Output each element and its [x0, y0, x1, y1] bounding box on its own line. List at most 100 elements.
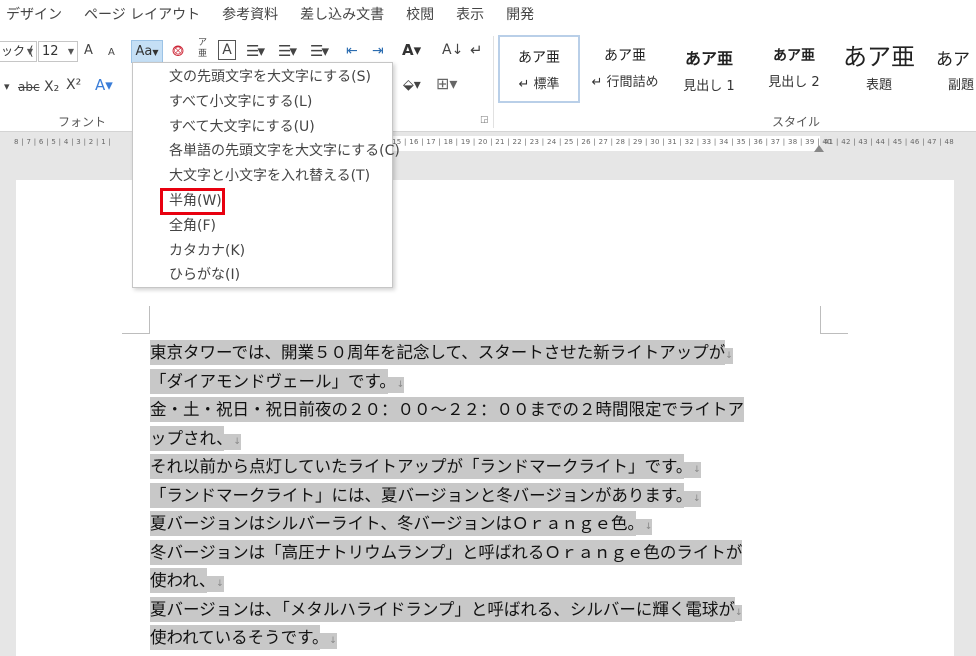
bullets-icon[interactable]: ☰▾ — [246, 41, 265, 61]
chevron-down-icon[interactable]: ▾ — [4, 77, 10, 97]
selected-text[interactable]: 使われ、 — [150, 568, 208, 593]
menu-item-full-width[interactable]: 全角(F) — [133, 214, 392, 239]
style-name: 副題 — [948, 78, 975, 93]
superscript-button[interactable]: X² — [66, 75, 81, 95]
text-line: 夏バージョンは、「メタルハライドランプ」と呼ばれる、シルバーに輝く電球が↓ — [150, 596, 830, 625]
style-name: 見出し 2 — [768, 75, 820, 90]
dialog-launcher-icon[interactable]: ◲ — [480, 115, 489, 125]
chevron-down-icon[interactable]: ▼ — [27, 42, 33, 61]
tab-developer[interactable]: 開発 — [495, 0, 545, 30]
font-name-box[interactable]: ック (▼ — [0, 41, 37, 62]
text-line: ップされ、 ↓ — [150, 425, 830, 454]
text-line: 夏バージョンはシルバーライト、冬バージョンはＯｒａｎｇｅ色。 ↓ — [150, 510, 830, 539]
menu-item-sentence-case[interactable]: 文の先頭文字を大文字にする(S) — [133, 65, 392, 90]
multilevel-list-icon[interactable]: ☰▾ — [310, 41, 329, 61]
paragraph-mark: ↓ — [224, 433, 241, 450]
selected-text[interactable]: 夏バージョンはシルバーライト、冬バージョンはＯｒａｎｇｅ色。 — [150, 511, 636, 536]
tab-review[interactable]: 校閲 — [395, 0, 445, 30]
menu-item-hiragana[interactable]: ひらがな(I) — [133, 263, 392, 288]
paragraph-mark: ↓ — [320, 633, 337, 649]
menu-item-capitalize-each-word[interactable]: 各単語の先頭文字を大文字にする(C) — [133, 139, 400, 164]
sort-icon[interactable]: A↓ — [442, 40, 463, 60]
text-line: 金・土・祝日・祝日前夜の２０：００～２２：００までの２時間限定でライトア — [150, 396, 830, 425]
font-size-box[interactable]: 12 ▼ — [38, 41, 78, 62]
borders-icon[interactable]: ⊞▾ — [436, 74, 457, 94]
style-preview: あア亜 — [773, 48, 815, 64]
menu-item-katakana[interactable]: カタカナ(K) — [133, 239, 392, 264]
selected-text[interactable]: 東京タワーでは、開業５０周年を記念して、スタートさせた新ライトアップが — [150, 340, 726, 365]
paragraph-mark: ↓ — [635, 519, 653, 535]
text-line: 「ダイアモンドヴェール」です。 ↓ — [150, 368, 830, 397]
crop-mark — [820, 306, 821, 334]
tab-mailings[interactable]: 差し込み文書 — [289, 0, 395, 30]
strikethrough-button[interactable]: abc — [18, 77, 40, 97]
style-title[interactable]: あア亜 表題 — [838, 35, 920, 103]
styles-gallery: あア亜 ↵ 標準 あア亜 ↵ 行間詰め あア亜 見出し 1 あア亜 見出し 2 … — [496, 35, 976, 107]
style-heading-2[interactable]: あア亜 見出し 2 — [753, 35, 835, 103]
character-border-icon[interactable]: A — [218, 40, 236, 60]
ruler-numbers-left: 8 | 7 | 6 | 5 | 4 | 3 | 2 | 1 | — [14, 138, 112, 146]
style-name: 見出し 1 — [683, 79, 735, 94]
grow-font-button[interactable]: A — [84, 41, 93, 61]
style-normal[interactable]: あア亜 ↵ 標準 — [498, 35, 580, 103]
text-line: 「ランドマークライト」には、夏バージョンと冬バージョンがあります。 ↓ — [150, 482, 830, 511]
style-preview: あア亜 — [604, 48, 646, 64]
selected-text[interactable]: 「ランドマークライト」には、夏バージョンと冬バージョンがあります。 — [150, 482, 684, 508]
style-preview: あア亜 — [684, 49, 733, 68]
asian-layout-icon[interactable]: A▾ — [402, 40, 421, 60]
change-case-menu: 文の先頭文字を大文字にする(S) すべて小文字にする(L) すべて大文字にする(… — [132, 62, 400, 288]
group-divider — [493, 36, 494, 128]
tab-view[interactable]: 表示 — [445, 0, 495, 30]
ribbon-tab-bar: デザイン ページ レイアウト 参考資料 差し込み文書 校閲 表示 開発 — [0, 0, 976, 30]
text-effects-icon[interactable]: A▾ — [95, 75, 113, 95]
paragraph-mark: ↓ — [734, 604, 743, 621]
paragraph-mark: ↓ — [207, 576, 224, 592]
menu-item-lowercase[interactable]: すべて小文字にする(L) — [133, 90, 392, 115]
shading-icon[interactable]: ⬙▾ — [403, 75, 421, 95]
text-line: それ以前から点灯していたライトアップが「ランドマークライト」です。 ↓ — [150, 453, 830, 482]
style-no-spacing[interactable]: あア亜 ↵ 行間詰め — [584, 35, 666, 103]
paragraph-mark: ↓ — [683, 490, 701, 507]
styles-group-label: スタイル — [772, 115, 821, 129]
crop-mark — [149, 306, 150, 334]
tab-references[interactable]: 参考資料 — [211, 0, 289, 30]
menu-item-toggle-case[interactable]: 大文字と小文字を入れ替える(T) — [133, 164, 392, 189]
phonetic-guide-icon[interactable]: ア亜 — [198, 38, 207, 60]
selected-text[interactable]: それ以前から点灯していたライトアップが「ランドマークライト」です。 — [150, 454, 685, 479]
decrease-indent-icon[interactable]: ⇤ — [346, 41, 358, 61]
document-body[interactable]: 東京タワーでは、開業５０周年を記念して、スタートさせた新ライトアップが↓ 「ダイ… — [150, 339, 830, 653]
style-name: ↵ 標準 — [518, 77, 560, 92]
subscript-button[interactable]: X₂ — [44, 77, 59, 97]
crop-mark — [820, 333, 848, 334]
highlight-callout-box — [160, 188, 225, 215]
paragraph-mark: ↓ — [725, 348, 733, 364]
change-case-button[interactable]: Aa▼ — [131, 40, 163, 63]
selected-text[interactable]: 夏バージョンは、「メタルハライドランプ」と呼ばれる、シルバーに輝く電球が — [150, 596, 735, 622]
style-heading-1[interactable]: あア亜 見出し 1 — [668, 35, 750, 103]
shrink-font-button[interactable]: A — [108, 43, 115, 63]
selected-text[interactable]: 冬バージョンは「高圧ナトリウムランプ」と呼ばれるＯｒａｎｇｅ色のライトが — [150, 539, 743, 565]
ruler-numbers-right: 41 | 42 | 43 | 44 | 45 | 46 | 47 | 48 — [824, 138, 955, 146]
style-name: 表題 — [865, 78, 892, 93]
increase-indent-icon[interactable]: ⇥ — [372, 41, 384, 61]
crop-mark — [122, 333, 150, 334]
selected-text[interactable]: ップされ、 — [150, 425, 225, 451]
style-preview: あア亜 — [518, 50, 560, 66]
style-name: ↵ 行間詰め — [591, 75, 659, 90]
clear-formatting-icon[interactable]: ⨷ — [172, 41, 184, 61]
change-case-label: Aa — [135, 44, 153, 59]
font-size-value: 12 — [42, 44, 59, 59]
numbering-icon[interactable]: ☰▾ — [278, 41, 297, 61]
tab-page-layout[interactable]: ページ レイアウト — [73, 0, 211, 30]
text-line: 東京タワーでは、開業５０周年を記念して、スタートさせた新ライトアップが↓ — [150, 339, 830, 368]
right-indent-marker[interactable] — [814, 145, 824, 152]
selected-text[interactable]: 「ダイアモンドヴェール」です。 — [150, 368, 388, 394]
style-subtitle[interactable]: あア 副題 — [924, 35, 976, 103]
tab-design[interactable]: デザイン — [0, 0, 73, 30]
menu-item-uppercase[interactable]: すべて大文字にする(U) — [133, 115, 392, 140]
selected-text[interactable]: 使われているそうです。 — [150, 625, 321, 650]
chevron-down-icon: ▼ — [152, 48, 159, 57]
chevron-down-icon[interactable]: ▼ — [68, 42, 74, 61]
selected-text[interactable]: 金・土・祝日・祝日前夜の２０：００～２２：００までの２時間限定でライトア — [150, 397, 744, 422]
show-marks-icon[interactable]: ↵ — [470, 40, 483, 60]
